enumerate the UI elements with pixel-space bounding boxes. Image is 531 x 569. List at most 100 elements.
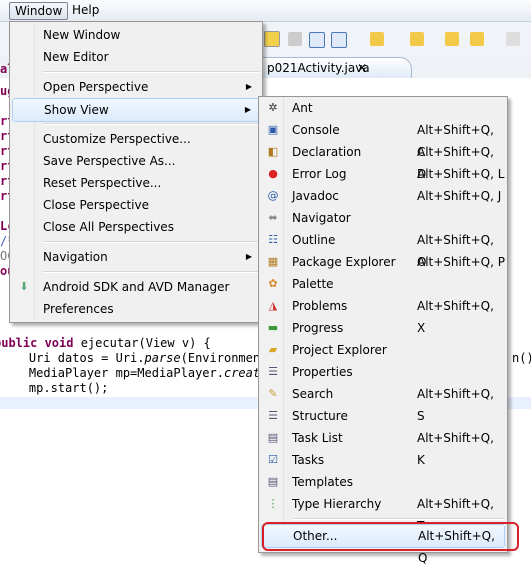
next-annotation-icon[interactable]: [370, 32, 384, 46]
menu-item-label: Android SDK and AVD Manager: [43, 280, 230, 294]
chevron-right-icon: ▶: [244, 105, 251, 114]
menu-item-close-all-perspectives[interactable]: Close All Perspectives: [12, 216, 260, 238]
menu-item-label: Outline: [292, 233, 336, 247]
menu-item-label: New Window: [43, 28, 121, 42]
menu-item-open-perspective[interactable]: Open Perspective ▶: [12, 76, 260, 98]
chevron-right-icon: ▶: [245, 252, 252, 261]
menu-item-label: New Editor: [43, 50, 109, 64]
problems-icon: ◮: [268, 299, 278, 312]
menu-item-console[interactable]: ▣ Console Alt+Shift+Q, C: [261, 119, 505, 159]
declaration-icon: ◧: [267, 145, 279, 158]
type-hierarchy-icon: ⋮: [267, 497, 279, 510]
menu-item-problems[interactable]: ◮ Problems Alt+Shift+Q, X: [261, 295, 505, 335]
menu-item-package-explorer[interactable]: ▦ Package Explorer Alt+Shift+Q, P: [261, 251, 505, 273]
ant-icon: ✲: [268, 101, 278, 114]
menu-item-tasks[interactable]: ☑ Tasks: [261, 449, 505, 471]
menu-item-project-explorer[interactable]: ▰ Project Explorer: [261, 339, 505, 361]
back-icon[interactable]: [470, 32, 484, 46]
menu-help[interactable]: Help: [67, 2, 104, 18]
menu-item-preferences[interactable]: Preferences: [12, 298, 260, 320]
shortcut-label: Alt+Shift+Q, P: [417, 255, 505, 269]
menu-window[interactable]: Window: [9, 2, 69, 20]
chevron-right-icon: ▶: [245, 82, 252, 91]
code-line: mp.start();: [0, 381, 109, 395]
menu-item-label: Console: [292, 123, 340, 137]
menu-separator: [292, 518, 505, 520]
menu-item-reset-perspective[interactable]: Reset Perspective...: [12, 172, 260, 194]
pilcrow-icon[interactable]: [331, 32, 347, 48]
task-list-icon: ▤: [267, 431, 279, 444]
code-text: ejecutar(View v) {: [80, 336, 211, 350]
menu-item-label: Type Hierarchy: [292, 497, 382, 511]
menu-item-close-perspective[interactable]: Close Perspective: [12, 194, 260, 216]
toolbar-icon[interactable]: [309, 32, 325, 48]
code-line: MediaPlayer mp=MediaPlayer.create: [0, 366, 267, 381]
menu-item-save-perspective-as[interactable]: Save Perspective As...: [12, 150, 260, 172]
menu-item-show-view[interactable]: Show View ▶: [12, 98, 260, 122]
menu-item-navigation[interactable]: Navigation ▶: [12, 246, 260, 268]
javadoc-icon: @: [267, 189, 279, 202]
code-line: Uri datos = Uri.parse(Environment.: [0, 351, 275, 366]
structure-icon: ☰: [268, 409, 278, 422]
properties-icon: ☰: [268, 365, 278, 378]
menu-bar: Window Help: [0, 0, 531, 22]
menu-item-ant[interactable]: ✲ Ant: [261, 97, 505, 119]
menu-item-type-hierarchy[interactable]: ⋮Type HierarchyAlt+Shift+Q, T: [261, 493, 505, 533]
menu-item-progress[interactable]: ▬ Progress: [261, 317, 505, 339]
menu-item-search[interactable]: ✎ Search Alt+Shift+Q, S: [261, 383, 505, 423]
menu-item-navigator[interactable]: ⬌ Navigator: [261, 207, 505, 229]
tab-label: p021Activity.java: [267, 61, 370, 75]
error-log-icon: ●: [268, 167, 278, 180]
shortcut-label: Alt+Shift+Q, J: [417, 189, 502, 203]
menu-item-palette[interactable]: ✿ Palette: [261, 273, 505, 295]
prev-annotation-icon[interactable]: [410, 32, 424, 46]
last-edit-icon[interactable]: [445, 32, 459, 46]
menu-item-error-log[interactable]: ● Error Log Alt+Shift+Q, L: [261, 163, 505, 185]
code-fragment: n(): [512, 351, 531, 365]
menu-separator: [43, 123, 260, 125]
forward-icon[interactable]: [506, 32, 520, 46]
menu-item-label: Close Perspective: [43, 198, 150, 212]
menu-item-label: Reset Perspective...: [43, 176, 162, 190]
menu-item-label: Properties: [292, 365, 353, 379]
package-explorer-icon: ▦: [267, 255, 279, 268]
menu-item-properties[interactable]: ☰ Properties: [261, 361, 505, 383]
menu-item-outline[interactable]: ☷ Outline Alt+Shift+Q, O: [261, 229, 505, 269]
highlight-icon[interactable]: [264, 31, 280, 47]
menu-separator: [43, 241, 260, 243]
templates-icon: ▤: [267, 475, 279, 488]
palette-icon: ✿: [268, 277, 278, 290]
menu-item-android-sdk-and-avd-manager[interactable]: ⬇ Android SDK and AVD Manager: [12, 276, 260, 298]
shortcut-label: Alt+Shift+Q, L: [417, 167, 505, 181]
menu-item-task-list[interactable]: ▤ Task List Alt+Shift+Q, K: [261, 427, 505, 467]
menu-item-label: Preferences: [43, 302, 114, 316]
menu-item-label: Templates: [292, 475, 354, 489]
menu-item-label: Declaration: [292, 145, 362, 159]
close-icon[interactable]: ✕: [357, 61, 367, 75]
menu-item-new-window[interactable]: New Window: [12, 24, 260, 46]
menu-item-javadoc[interactable]: @ Javadoc Alt+Shift+Q, J: [261, 185, 505, 207]
code-text: Uri datos = Uri.: [0, 351, 145, 365]
tasks-icon: ☑: [268, 453, 278, 466]
annotation-highlight: [262, 522, 519, 551]
menu-item-label: Customize Perspective...: [43, 132, 191, 146]
menu-item-label: Palette: [292, 277, 334, 291]
menu-item-label: Ant: [292, 101, 313, 115]
menu-item-structure[interactable]: ☰ Structure: [261, 405, 505, 427]
menu-item-customize-perspective[interactable]: Customize Perspective...: [12, 128, 260, 150]
menu-item-label: Structure: [292, 409, 348, 423]
menu-item-label: Javadoc: [292, 189, 339, 203]
menu-item-label: Close All Perspectives: [43, 220, 174, 234]
toolbar-icon[interactable]: [288, 32, 302, 46]
code-text: MediaPlayer mp=MediaPlayer.: [0, 366, 224, 380]
menu-item-templates[interactable]: ▤ Templates: [261, 471, 505, 493]
window-menu: New Window New Editor Open Perspective ▶ Sho…: [9, 21, 263, 323]
menu-item-label: Problems: [292, 299, 348, 313]
menu-item-new-editor[interactable]: New Editor: [12, 46, 260, 68]
menu-item-label: Navigator: [292, 211, 351, 225]
show-view-submenu: ✲ Ant ▣ Console Alt+Shift+Q, C ◧ Declaration Al…: [258, 96, 508, 565]
menu-item-label: Navigation: [43, 250, 108, 264]
menu-item-declaration[interactable]: ◧ Declaration Alt+Shift+Q, D: [261, 141, 505, 181]
editor-tab[interactable]: p021Activity.java ✕: [250, 57, 412, 79]
menu-item-label: Progress: [292, 321, 344, 335]
